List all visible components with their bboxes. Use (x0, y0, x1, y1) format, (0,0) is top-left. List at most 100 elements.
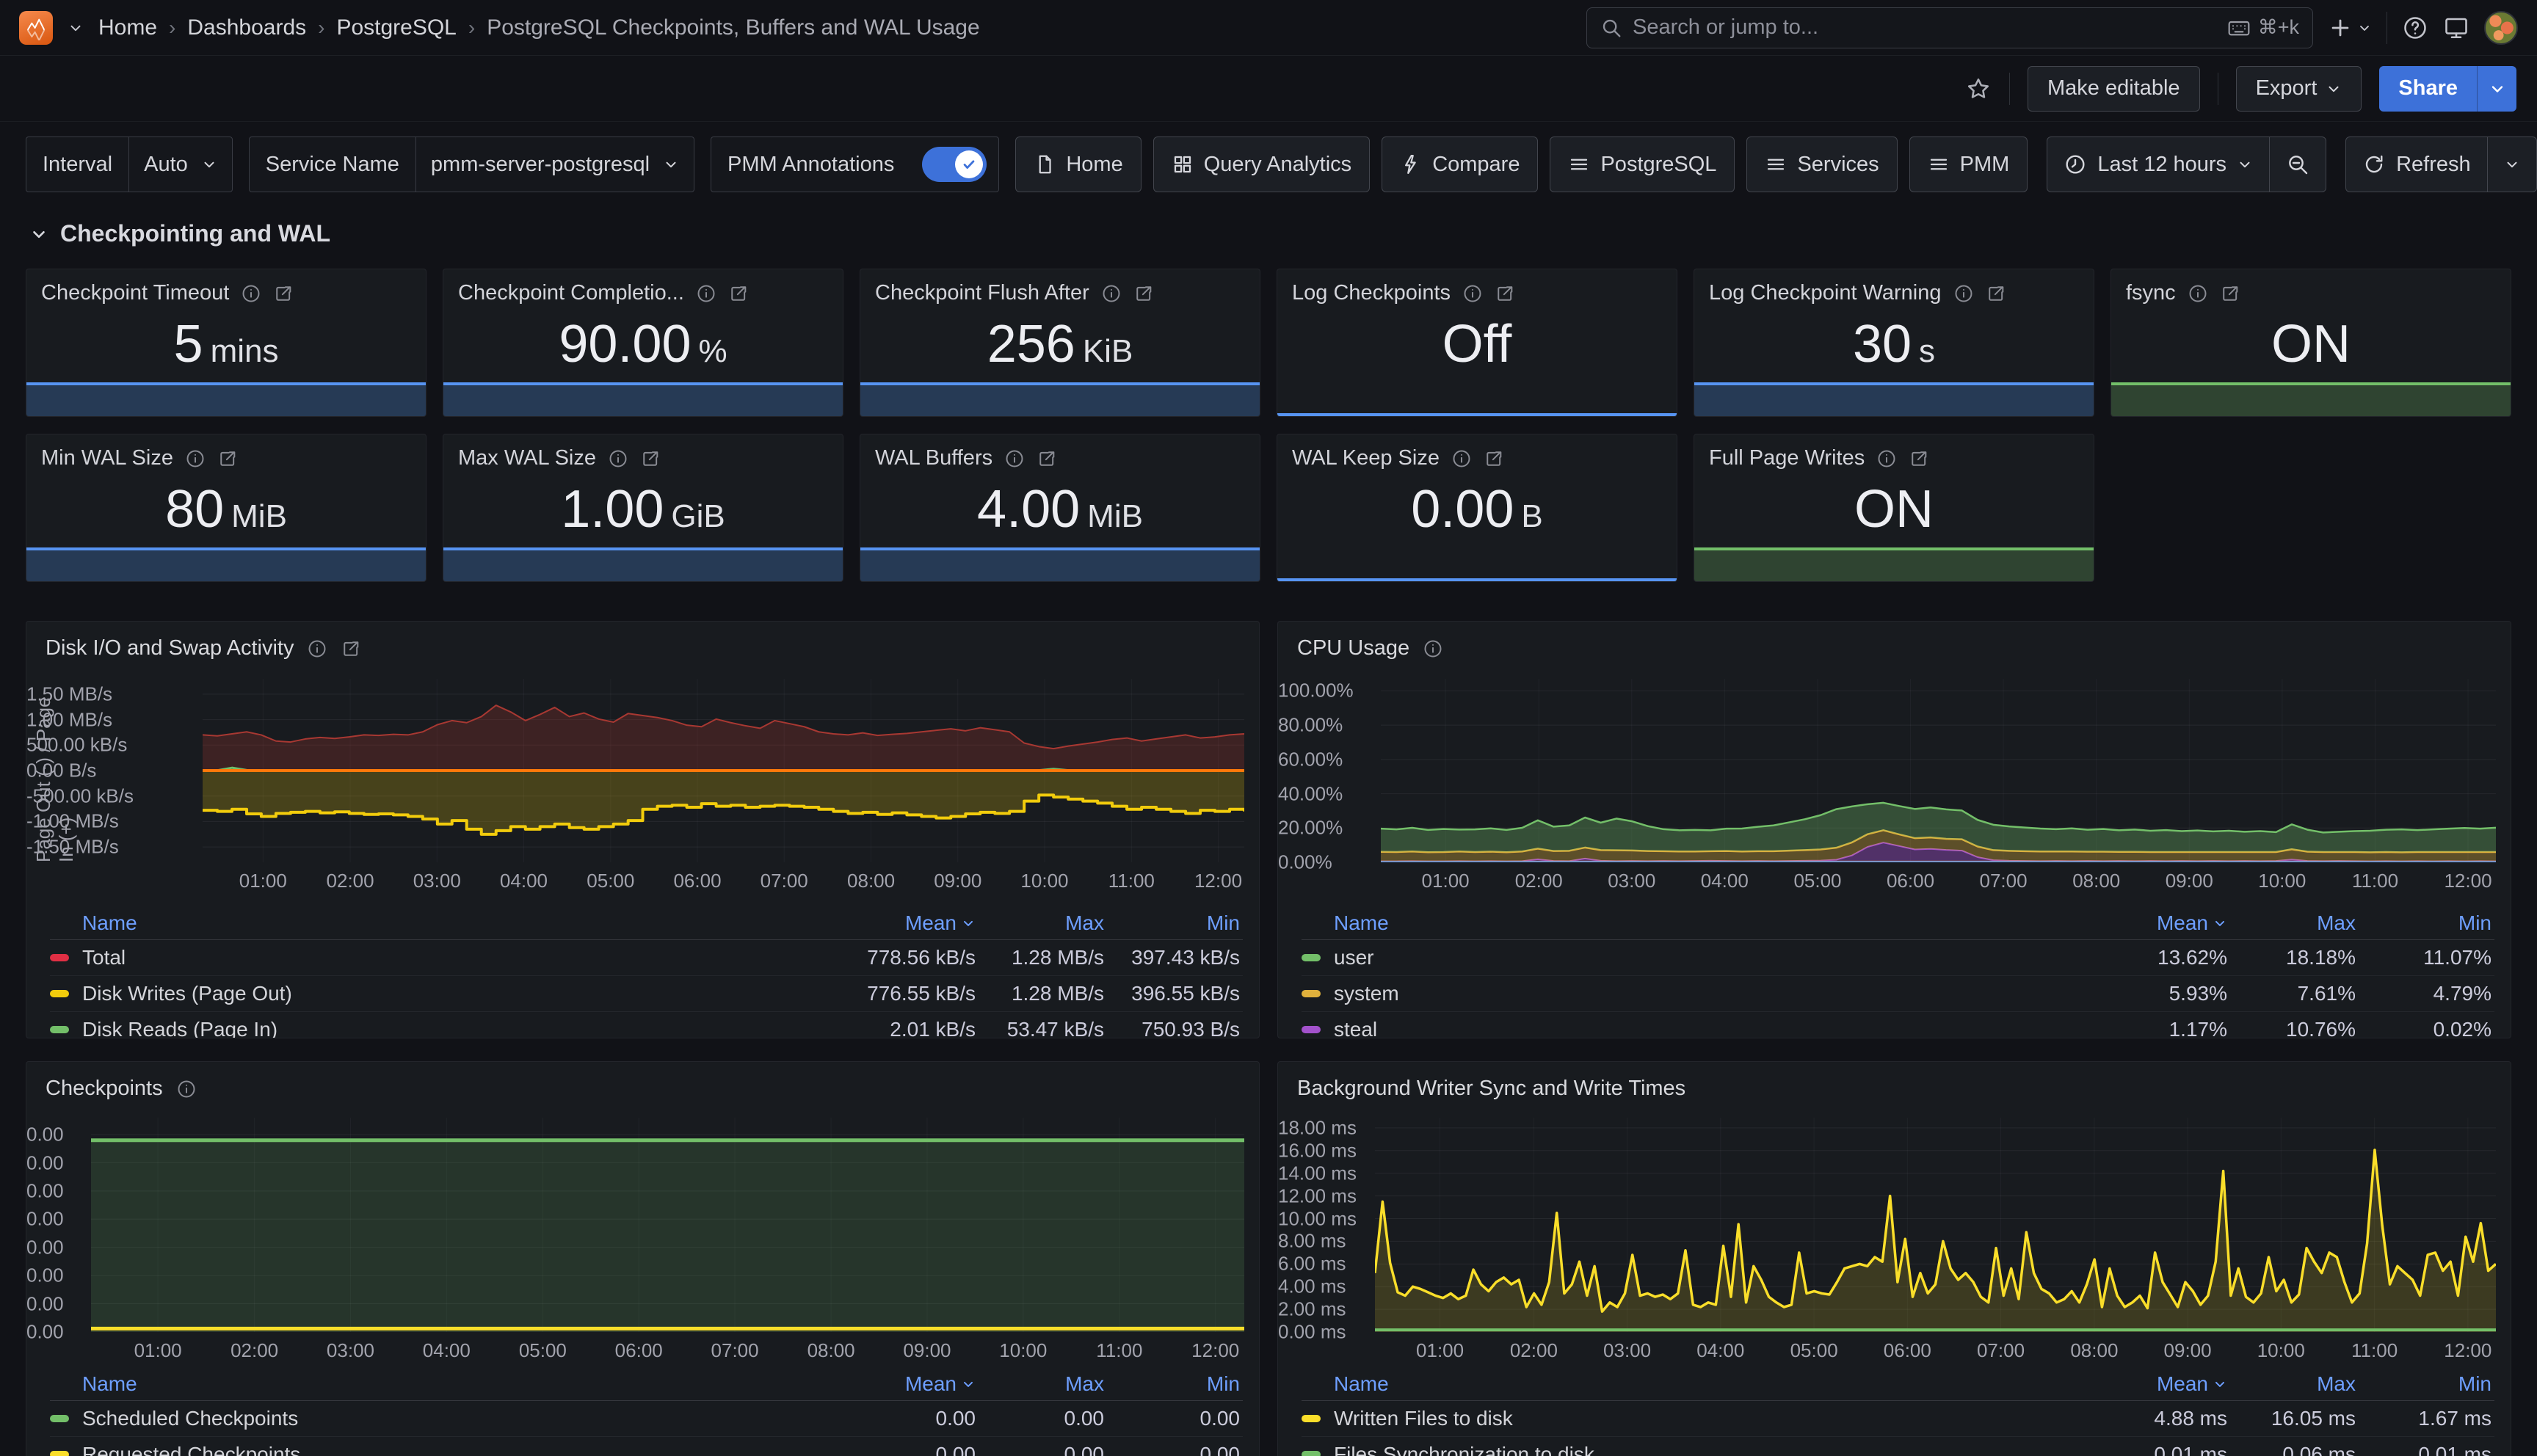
legend-header-max[interactable]: Max (976, 1372, 1104, 1396)
legend-header-max[interactable]: Max (2227, 1372, 2356, 1396)
legend-header-mean[interactable]: Mean (2044, 911, 2227, 935)
link-button-query-analytics[interactable]: Query Analytics (1153, 136, 1370, 192)
legend-header-mean[interactable]: Mean (792, 1372, 976, 1396)
panel-external-link-button[interactable] (273, 283, 294, 304)
panel-external-link-button[interactable] (1909, 448, 1929, 469)
panel-external-link-button[interactable] (217, 448, 238, 469)
panel-external-link-button[interactable] (1133, 283, 1154, 304)
legend-header-name[interactable]: Name (50, 911, 792, 935)
org-switcher-chevron[interactable] (68, 20, 84, 36)
panel-external-link-button[interactable] (1037, 448, 1057, 469)
panel-info-button[interactable] (307, 638, 327, 659)
panel-info-button[interactable] (241, 283, 261, 304)
panel-external-link-button[interactable] (1484, 448, 1504, 469)
panel-info-button[interactable] (608, 448, 628, 469)
legend-series-toggle[interactable]: steal (1302, 1018, 2044, 1038)
help-button[interactable] (2402, 15, 2428, 41)
panel-external-link-button[interactable] (1495, 283, 1515, 304)
zoom-out-button[interactable] (2269, 137, 2326, 192)
legend-header-name[interactable]: Name (1302, 911, 2044, 935)
y-tick: 20.00% (1278, 817, 1368, 840)
breadcrumb-item[interactable]: Home (98, 15, 157, 40)
legend-header-name[interactable]: Name (1302, 1372, 2044, 1396)
breadcrumb-item[interactable]: Dashboards (187, 15, 306, 40)
legend-series-toggle[interactable]: system (1302, 982, 2044, 1005)
interval-select[interactable]: Auto (129, 137, 232, 192)
external-icon (728, 283, 749, 304)
panel-info-button[interactable] (1004, 448, 1025, 469)
panel-info-button[interactable] (176, 1079, 197, 1099)
legend-header-max[interactable]: Max (976, 911, 1104, 935)
service-name-value: pmm-server-postgresql (431, 153, 650, 177)
legend-header-max[interactable]: Max (2227, 911, 2356, 935)
legend-series-toggle[interactable]: Written Files to disk (1302, 1407, 2044, 1430)
time-range-button[interactable]: Last 12 hours (2047, 137, 2269, 192)
x-tick: 06:00 (673, 870, 721, 892)
service-name-select[interactable]: pmm-server-postgresql (416, 137, 694, 192)
legend-series-toggle[interactable]: Requested Checkpoints (50, 1443, 792, 1456)
panel-external-link-button[interactable] (728, 283, 749, 304)
panel-info-button[interactable] (2188, 283, 2208, 304)
panel-info-button[interactable] (696, 283, 716, 304)
link-button-home[interactable]: Home (1015, 136, 1141, 192)
legend-header-min[interactable]: Min (1104, 1372, 1240, 1396)
link-button-pmm[interactable]: PMM (1909, 136, 2028, 192)
panel-external-link-button[interactable] (1986, 283, 2006, 304)
panel-info-button[interactable] (1451, 448, 1472, 469)
legend-series-toggle[interactable]: Total (50, 946, 792, 969)
stat-panel-title: fsync (2126, 281, 2176, 305)
panel-info-button[interactable] (185, 448, 206, 469)
avatar[interactable] (2484, 11, 2518, 45)
refresh-interval-chevron[interactable] (2487, 137, 2536, 192)
plot-area[interactable] (203, 679, 1244, 862)
panel-info-button[interactable] (1876, 448, 1897, 469)
panel-info-button[interactable] (1953, 283, 1974, 304)
section-title: Checkpointing and WAL (60, 220, 330, 247)
export-button[interactable]: Export (2236, 66, 2362, 112)
share-button[interactable]: Share (2379, 66, 2516, 112)
series-max: 0.00 (976, 1407, 1104, 1430)
favorite-star-button[interactable] (1965, 76, 1992, 102)
plot-area[interactable] (1375, 1118, 2496, 1332)
x-tick: 06:00 (1887, 870, 1934, 892)
panel-external-link-button[interactable] (2220, 283, 2240, 304)
legend-header-min[interactable]: Min (1104, 911, 1240, 935)
legend-series-toggle[interactable]: Files Synchronization to disk (1302, 1443, 2044, 1456)
pmm-annotations-toggle[interactable] (922, 147, 987, 182)
link-button-services[interactable]: Services (1746, 136, 1897, 192)
stat-sparkline (1694, 547, 2094, 581)
legend-header-name[interactable]: Name (50, 1372, 792, 1396)
news-button[interactable] (2443, 15, 2469, 41)
legend-header-min[interactable]: Min (2356, 1372, 2491, 1396)
clock-icon (2064, 153, 2087, 176)
legend-header-mean[interactable]: Mean (792, 911, 976, 935)
legend-series-toggle[interactable]: Scheduled Checkpoints (50, 1407, 792, 1430)
row-checkpointing-and-wal[interactable]: Checkpointing and WAL (29, 220, 2518, 247)
chart-legend: NameMeanMaxMinWritten Files to disk4.88 … (1302, 1367, 2494, 1456)
breadcrumb-item[interactable]: PostgreSQL (336, 15, 456, 40)
panel-info-button[interactable] (1423, 638, 1443, 659)
plot-area[interactable] (91, 1118, 1244, 1332)
refresh-button[interactable]: Refresh (2346, 137, 2487, 192)
search-input[interactable]: Search or jump to... ⌘+k (1586, 7, 2313, 48)
panel-info-button[interactable] (1462, 283, 1483, 304)
breadcrumb-item[interactable]: PostgreSQL Checkpoints, Buffers and WAL … (487, 15, 979, 40)
legend-series-toggle[interactable]: user (1302, 946, 2044, 969)
link-button-compare[interactable]: Compare (1382, 136, 1538, 192)
pmm-logo[interactable] (19, 11, 53, 45)
panel-info-button[interactable] (1101, 283, 1122, 304)
new-button[interactable] (2328, 15, 2372, 40)
legend-series-toggle[interactable]: Disk Reads (Page In) (50, 1018, 792, 1038)
legend-header-mean[interactable]: Mean (2044, 1372, 2227, 1396)
make-editable-button[interactable]: Make editable (2028, 66, 2200, 112)
panel-external-link-button[interactable] (640, 448, 661, 469)
y-tick: 8.00 ms (1278, 1230, 1362, 1253)
plot-area[interactable] (1381, 679, 2496, 862)
share-dropdown-chevron[interactable] (2477, 66, 2516, 112)
link-button-postgresql[interactable]: PostgreSQL (1550, 136, 1735, 192)
legend-row: Scheduled Checkpoints0.000.000.00 (50, 1401, 1243, 1437)
legend-header-min[interactable]: Min (2356, 911, 2491, 935)
panel-external-button[interactable] (341, 638, 361, 659)
series-mean: 2.01 kB/s (792, 1018, 976, 1038)
legend-series-toggle[interactable]: Disk Writes (Page Out) (50, 982, 792, 1005)
